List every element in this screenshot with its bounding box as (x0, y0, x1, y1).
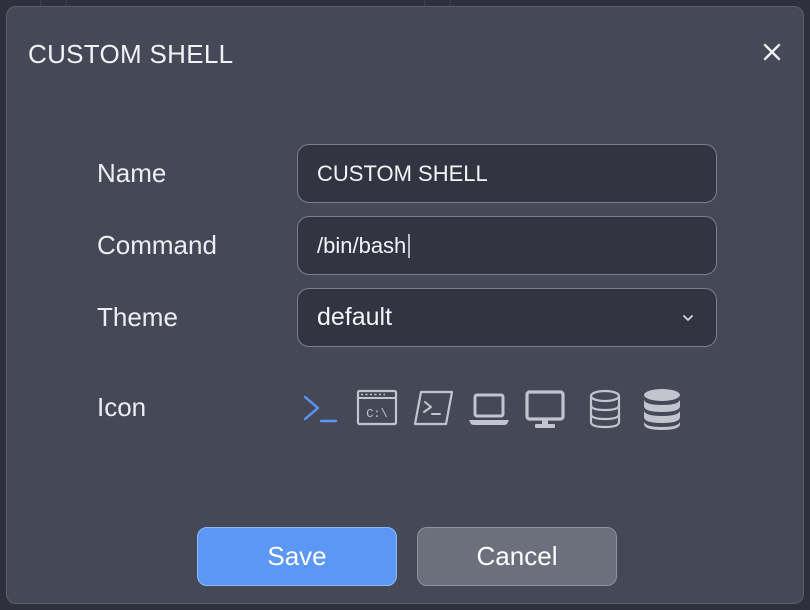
theme-select[interactable]: default (297, 288, 717, 347)
database-solid-icon (644, 389, 680, 430)
laptop-icon (469, 393, 509, 425)
icon-label: Icon (97, 392, 147, 422)
dialog-title: CUSTOM SHELL (28, 39, 234, 69)
close-button[interactable] (757, 37, 787, 67)
name-input-value: CUSTOM SHELL (317, 161, 488, 186)
icon-option-terminal-window[interactable] (411, 387, 455, 431)
close-icon (763, 43, 781, 61)
icon-option-laptop[interactable] (467, 387, 511, 431)
icon-option-terminal-prompt[interactable] (301, 387, 341, 431)
cancel-button[interactable]: Cancel (417, 527, 617, 586)
icon-option-windows-console[interactable]: C:\ (355, 387, 399, 431)
windows-console-icon: C:\ (356, 389, 398, 426)
terminal-prompt-icon (303, 395, 338, 423)
windows-console-icon-text: C:\ (366, 407, 388, 421)
icon-option-database-outline[interactable] (587, 387, 623, 431)
command-label: Command (97, 230, 217, 260)
name-label: Name (97, 158, 167, 188)
command-input[interactable]: /bin/bash (297, 216, 717, 275)
save-button[interactable]: Save (197, 527, 397, 586)
name-input[interactable]: CUSTOM SHELL (297, 144, 717, 203)
terminal-window-icon (413, 390, 454, 426)
icon-option-desktop[interactable] (523, 387, 567, 431)
command-input-value: /bin/bash (317, 233, 407, 258)
desktop-monitor-icon (525, 390, 565, 428)
text-cursor (408, 234, 411, 258)
chevron-down-icon (683, 315, 693, 321)
theme-select-value: default (317, 303, 393, 331)
theme-label: Theme (97, 302, 178, 332)
icon-option-database-solid[interactable] (643, 387, 681, 431)
custom-shell-dialog: CUSTOM SHELL Name CUSTOM SHELL Command /… (6, 6, 804, 604)
database-outline-icon (589, 389, 621, 429)
